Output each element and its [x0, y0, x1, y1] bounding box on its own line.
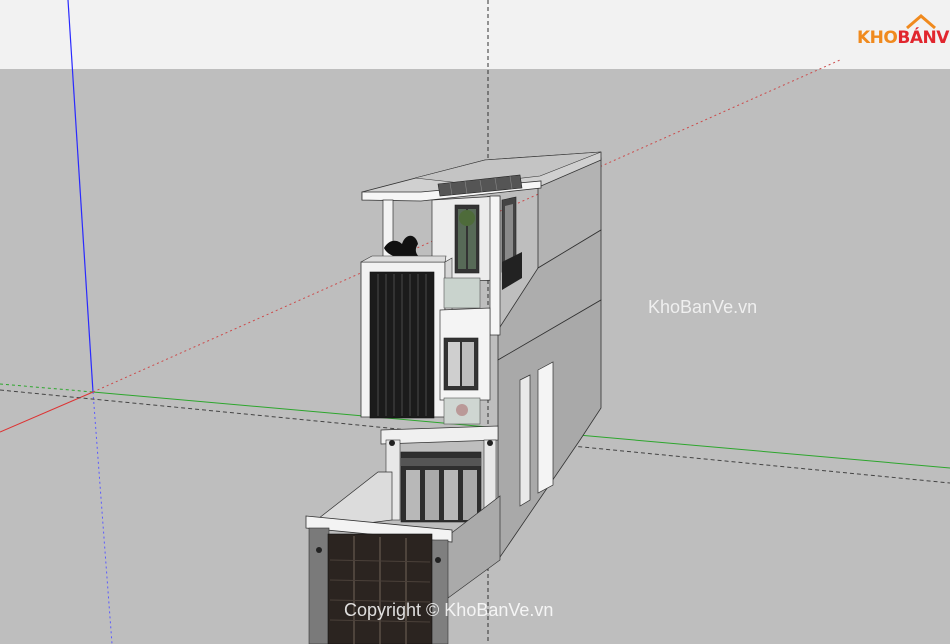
3d-scene[interactable] [0, 0, 950, 644]
top-floor-column-right [489, 195, 501, 336]
watermark-bottom: Copyright © KhoBanVe.vn [344, 600, 554, 620]
front-facade-top [360, 255, 447, 263]
watermark-side: KhoBanVe.vn [648, 297, 758, 317]
house-model[interactable] [305, 151, 602, 644]
side-pilaster-2 [519, 374, 531, 507]
courtyard-wall-left [313, 471, 393, 525]
glass-balcony-upper [443, 277, 481, 309]
blue-axis-dashed [92, 391, 113, 644]
green-axis-dashed [0, 383, 94, 393]
lamp-left [316, 547, 322, 553]
logo: KHOBÁNVẼ [855, 14, 950, 54]
plant-icon [459, 210, 475, 226]
side-pilaster-1 [537, 361, 554, 494]
logo-part-1: KHO [857, 28, 898, 48]
lamp-right [435, 557, 441, 563]
gate-pillar-right [429, 539, 449, 644]
model-viewport[interactable]: KHOBÁNVẼ KhoBanVe.vn Copyright © KhoBanV… [0, 0, 950, 644]
gate-pillar-left [308, 527, 330, 644]
logo-part-3: VẼ [936, 28, 950, 48]
blue-axis-solid [67, 0, 94, 393]
logo-part-2: BÁN [897, 28, 937, 48]
